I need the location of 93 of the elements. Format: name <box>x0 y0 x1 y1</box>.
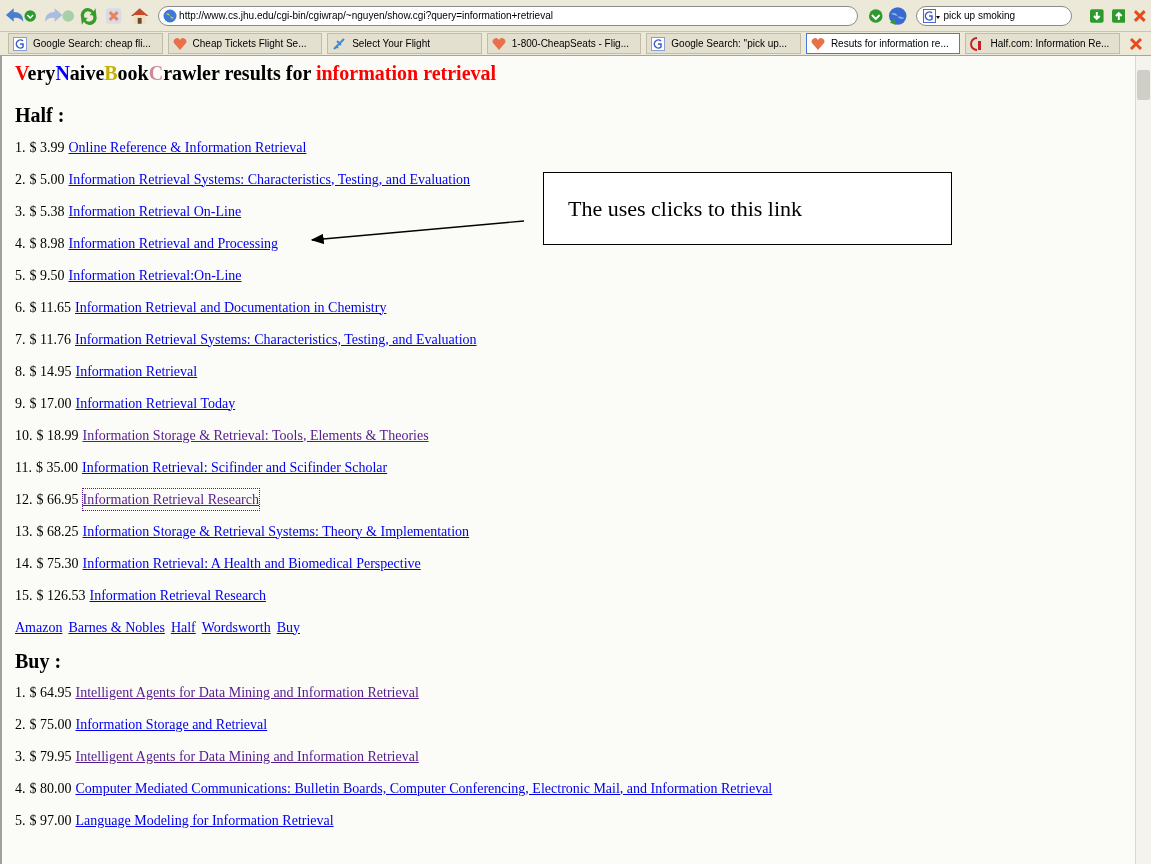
book-link[interactable]: Information Retrieval On-Line <box>68 200 242 222</box>
result-price: $ 66.95 <box>36 490 79 509</box>
result-price: $ 75.30 <box>36 554 79 573</box>
result-number: 4. <box>15 779 26 798</box>
browser-tab[interactable]: Google Search: "pick up... <box>646 33 801 54</box>
book-link[interactable]: Online Reference & Information Retrieval <box>68 136 307 158</box>
result-price: $ 97.00 <box>29 811 72 830</box>
callout-box: The uses clicks to this link <box>543 172 952 245</box>
result-price: $ 18.99 <box>36 426 79 445</box>
search-field[interactable]: pick up smoking <box>916 5 1073 26</box>
result-number: 10. <box>15 426 33 445</box>
scrollbar[interactable] <box>1135 56 1151 864</box>
book-link[interactable]: Intelligent Agents for Data Mining and Information Retrieval <box>75 681 419 703</box>
result-number: 15. <box>15 586 33 605</box>
result-number: 5. <box>15 811 26 830</box>
browser-tab[interactable]: Google Search: cheap fli... <box>8 33 163 54</box>
result-number: 3. <box>15 747 26 766</box>
result-number: 12. <box>15 490 33 509</box>
result-price: $ 64.95 <box>29 683 72 702</box>
result-price: $ 5.00 <box>29 170 65 189</box>
globe-icon[interactable] <box>887 4 909 27</box>
google-icon <box>923 8 942 23</box>
result-price: $ 3.99 <box>29 138 65 157</box>
book-link[interactable]: Information Storage and Retrieval <box>75 713 268 735</box>
result-number: 4. <box>15 234 26 253</box>
result-number: 14. <box>15 554 33 573</box>
result-number: 13. <box>15 522 33 541</box>
book-link[interactable]: Language Modeling for Information Retrieval <box>75 809 334 831</box>
store-link[interactable]: Buy <box>276 616 300 638</box>
heart-icon <box>491 36 506 51</box>
book-link[interactable]: Information Storage & Retrieval Systems: Theory & Implementation <box>82 520 470 542</box>
result-number: 11. <box>15 458 32 477</box>
browser-tab[interactable]: Half.com: Information Re... <box>965 33 1121 54</box>
globe-icon <box>163 8 178 23</box>
close-icon[interactable] <box>1129 36 1143 51</box>
result-price: $ 126.53 <box>36 586 86 605</box>
browser-tab[interactable]: 1-800-CheapSeats - Flig... <box>486 33 642 54</box>
store-link[interactable]: Wordsworth <box>201 616 271 638</box>
book-link[interactable]: Information Retrieval Systems: Characteristics, Testing, and Evaluation <box>75 328 477 350</box>
book-link[interactable]: Information Retrieval and Documentation in Chemistry <box>75 296 387 318</box>
google-icon <box>13 36 27 51</box>
book-link[interactable]: Intelligent Agents for Data Mining and Information Retrieval <box>75 745 419 767</box>
store-link[interactable]: Barnes & Nobles <box>68 616 165 638</box>
heart-icon <box>172 36 187 51</box>
result-price: $ 8.98 <box>29 234 65 253</box>
down-arrow-icon[interactable] <box>1090 8 1104 23</box>
book-link[interactable]: Information Retrieval:On-Line <box>68 264 242 286</box>
result-price: $ 35.00 <box>36 458 78 477</box>
url-field[interactable]: http://www.cs.jhu.edu/cgi-bin/cgiwrap/~nguyen/show.cgi?query=information+retrieval <box>158 5 858 26</box>
result-number: 8. <box>15 362 26 381</box>
result-number: 1. <box>15 683 26 702</box>
up-arrow-icon[interactable] <box>1111 8 1126 23</box>
book-link[interactable]: Information Retrieval <box>75 360 198 382</box>
book-link[interactable]: Information Retrieval Systems: Characteristics, Testing, and Evaluation <box>68 168 471 190</box>
section-heading: Half : <box>15 103 66 127</box>
result-price: $ 75.00 <box>29 715 72 734</box>
go-icon[interactable] <box>867 7 884 24</box>
book-link[interactable]: Computer Mediated Communications: Bulletin Boards, Computer Conferencing, Electronic Mail, and Information Retrieval <box>75 777 773 799</box>
result-number: 2. <box>15 170 26 189</box>
browser-tab[interactable]: Cheap Tickets Flight Se... <box>167 33 323 54</box>
result-price: $ 9.50 <box>29 266 65 285</box>
result-number: 5. <box>15 266 26 285</box>
result-price: $ 11.76 <box>29 330 71 349</box>
page-title: VeryNaiveBookCrawler results for information retrieval <box>15 61 498 85</box>
result-price: $ 79.95 <box>29 747 72 766</box>
result-number: 1. <box>15 138 26 157</box>
book-link[interactable]: Information Retrieval Today <box>75 392 236 414</box>
close-icon[interactable] <box>1133 8 1147 23</box>
result-number: 6. <box>15 298 26 317</box>
result-price: $ 68.25 <box>36 522 79 541</box>
result-price: $ 14.95 <box>29 362 72 381</box>
result-price: $ 5.38 <box>29 202 65 221</box>
heart-icon <box>810 36 825 51</box>
browser-tab[interactable]: Select Your Flight <box>327 33 482 54</box>
book-link[interactable]: Information Retrieval Research <box>82 488 259 510</box>
book-link[interactable]: Information Retrieval: A Health and Biomedical Perspective <box>82 552 421 574</box>
browser-tab[interactable]: Resuts for information re... <box>805 33 961 54</box>
result-number: 3. <box>15 202 26 221</box>
result-number: 9. <box>15 394 26 413</box>
result-price: $ 80.00 <box>29 779 72 798</box>
store-link[interactable]: Amazon <box>15 616 63 638</box>
book-link[interactable]: Information Storage & Retrieval: Tools, Elements & Theories <box>82 424 429 446</box>
book-link[interactable]: Information Retrieval: Scifinder and Scifinder Scholar <box>82 456 388 478</box>
result-number: 2. <box>15 715 26 734</box>
result-number: 7. <box>15 330 26 349</box>
book-link[interactable]: Information Retrieval Research <box>89 584 266 606</box>
book-link[interactable]: Information Retrieval and Processing <box>68 232 279 254</box>
section-heading: Buy : <box>15 649 63 673</box>
result-price: $ 17.00 <box>29 394 72 413</box>
result-price: $ 11.65 <box>29 298 71 317</box>
google-icon <box>651 36 666 51</box>
plane-icon <box>332 36 347 51</box>
store-link[interactable]: Half <box>170 616 196 638</box>
